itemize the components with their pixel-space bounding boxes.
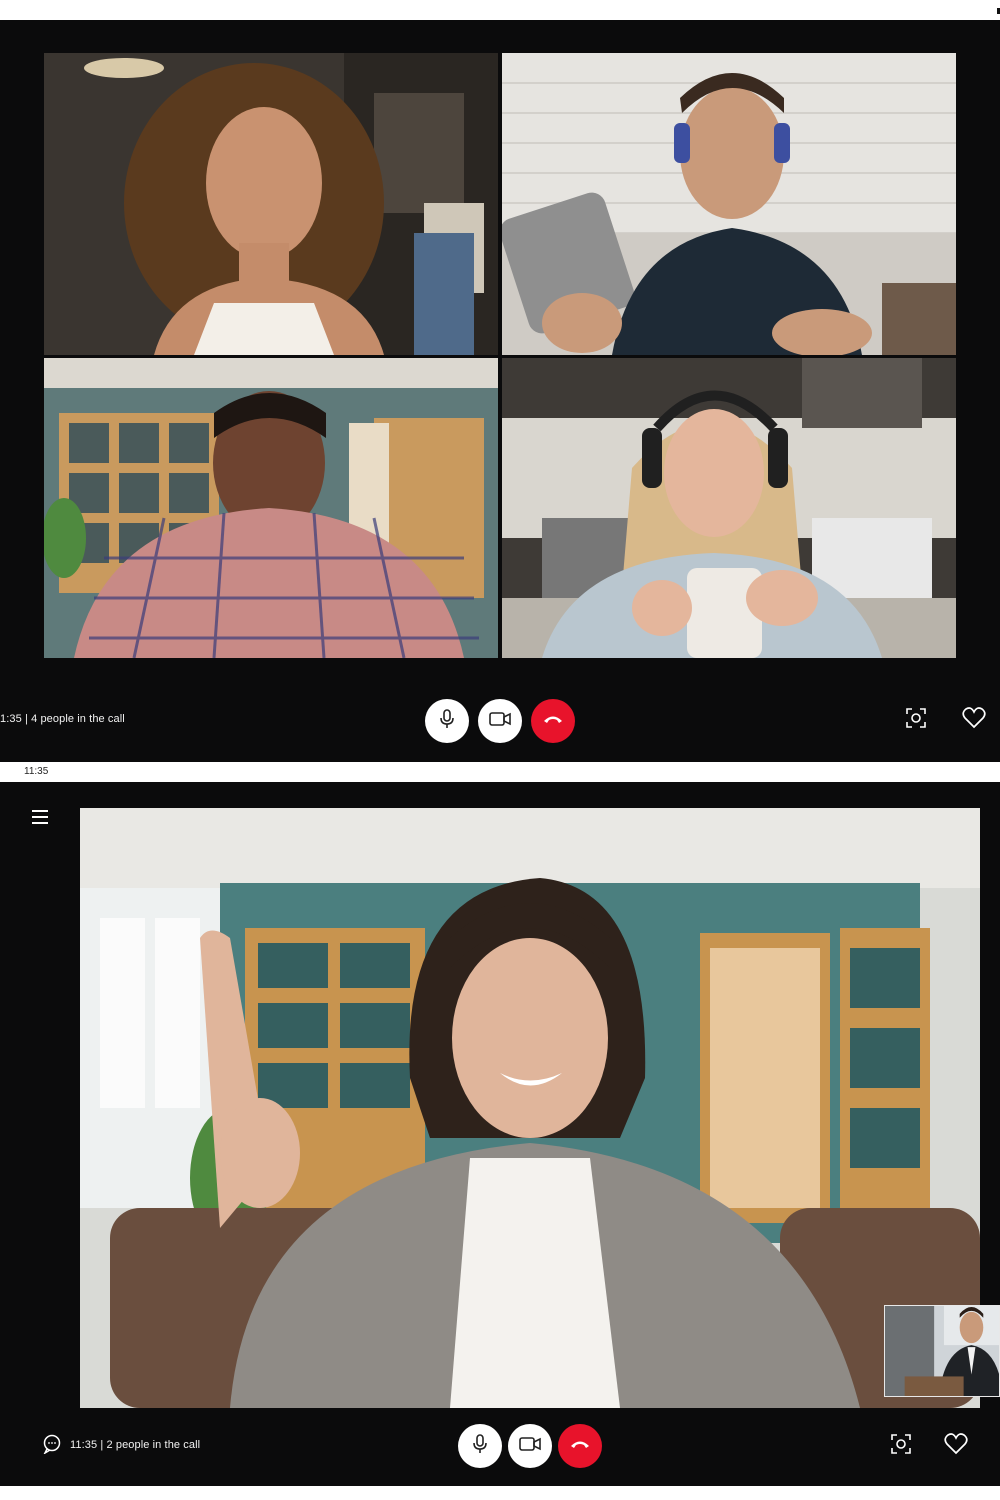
participant-2-video (502, 53, 956, 355)
end-call-icon (569, 1437, 591, 1455)
camera-focus-icon (905, 707, 927, 734)
mute-button[interactable] (425, 699, 469, 743)
participant-3-video (44, 358, 498, 658)
video-tile-participant-3[interactable] (44, 358, 498, 658)
end-call-icon (542, 712, 564, 730)
self-view-video (885, 1306, 999, 1396)
end-call-button[interactable] (531, 699, 575, 743)
end-call-button-bottom[interactable] (558, 1424, 602, 1468)
video-toggle-button-bottom[interactable] (508, 1424, 552, 1468)
screenshot-button[interactable] (902, 706, 930, 734)
heart-icon (944, 1432, 968, 1460)
video-tile-participant-2[interactable] (502, 53, 956, 355)
video-camera-icon (489, 711, 511, 731)
favorite-button[interactable] (960, 706, 988, 734)
group-call-panel: 1:35 | 4 people in the call (0, 20, 1000, 762)
mute-button-bottom[interactable] (458, 1424, 502, 1468)
mic-icon (471, 1433, 489, 1459)
hamburger-menu-icon (30, 810, 50, 830)
chat-bubble-icon (42, 1434, 62, 1459)
main-video-tile[interactable] (80, 808, 980, 1408)
call-status-text: 1:35 | 4 people in the call (0, 713, 125, 725)
camera-focus-icon (890, 1433, 912, 1460)
video-toggle-button[interactable] (478, 699, 522, 743)
time-label: 11:35 (24, 766, 49, 777)
heart-icon (962, 706, 986, 734)
participant-4-video (502, 358, 956, 658)
self-view-tile[interactable] (884, 1305, 1000, 1397)
menu-button[interactable] (30, 808, 54, 832)
participant-1-video (44, 53, 498, 355)
video-tile-participant-1[interactable] (44, 53, 498, 355)
favorite-button-bottom[interactable] (942, 1432, 970, 1460)
call-status-text-bottom: 11:35 | 2 people in the call (70, 1439, 201, 1451)
screenshot-button-bottom[interactable] (887, 1432, 915, 1460)
main-participant-video (80, 808, 980, 1408)
video-tile-participant-4[interactable] (502, 358, 956, 658)
chat-button[interactable] (38, 1432, 66, 1460)
mic-icon (438, 708, 456, 734)
video-camera-icon (519, 1436, 541, 1456)
